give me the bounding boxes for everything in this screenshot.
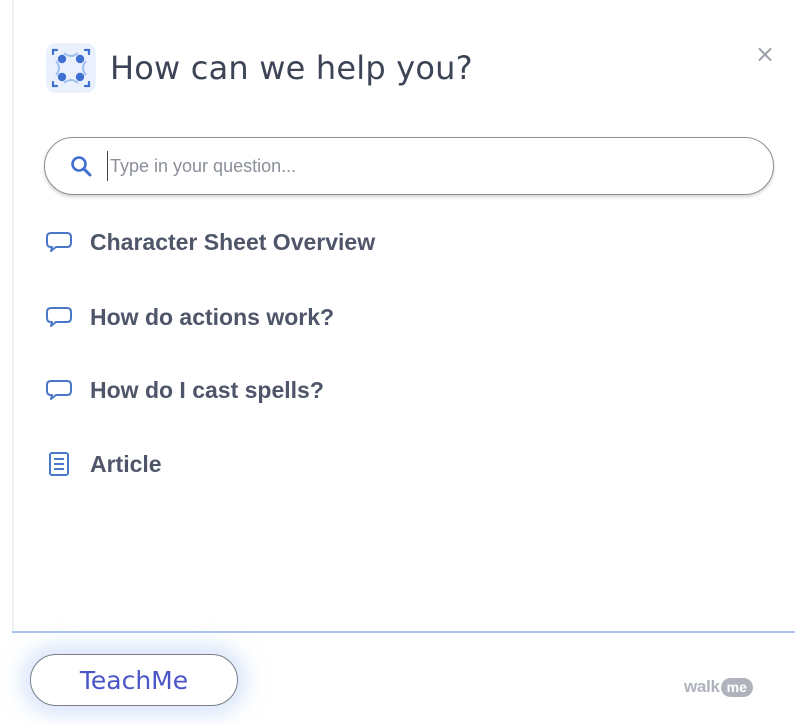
chat-bubble-icon [44, 304, 74, 330]
list-item-how-do-i-cast-spells[interactable]: How do I cast spells? [44, 370, 464, 410]
chat-bubble-icon [44, 377, 74, 403]
teachme-button[interactable]: TeachMe [30, 654, 238, 706]
article-icon [44, 451, 74, 477]
help-panel: How can we help you? × Character Sheet O… [0, 0, 795, 724]
list-item-label: Article [90, 450, 162, 477]
close-button[interactable]: × [752, 40, 778, 68]
search-input[interactable] [107, 151, 710, 181]
chat-bubble-icon [44, 229, 74, 255]
walkme-logo-icon [46, 43, 96, 93]
panel-header: How can we help you? [46, 40, 473, 96]
panel-title: How can we help you? [110, 49, 473, 87]
list-item-label: How do actions work? [90, 303, 335, 330]
list-item-character-sheet-overview[interactable]: Character Sheet Overview [44, 222, 464, 262]
list-item-article[interactable]: Article [44, 444, 464, 484]
brand-text: walk [684, 677, 720, 696]
brand-badge: me [720, 677, 753, 697]
walkme-brand-logo[interactable]: walk me [684, 676, 753, 698]
search-icon [69, 154, 93, 178]
list-item-label: Character Sheet Overview [90, 228, 376, 255]
panel-left-edge [12, 0, 14, 632]
search-box[interactable] [44, 137, 774, 195]
list-item-how-do-actions-work[interactable]: How do actions work? [44, 297, 464, 337]
list-item-label: How do I cast spells? [90, 376, 324, 403]
close-icon: × [754, 40, 776, 68]
